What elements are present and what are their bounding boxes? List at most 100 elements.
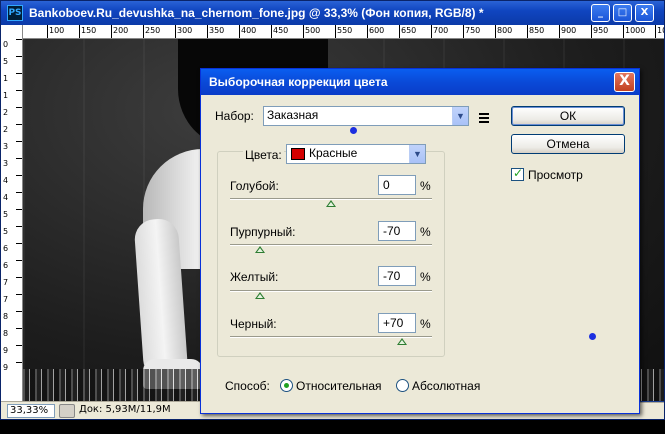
photoshop-icon: PS <box>7 5 23 21</box>
selective-color-dialog: Выборочная коррекция цвета X Набор: Зака… <box>200 68 640 414</box>
dialog-title: Выборочная коррекция цвета <box>209 75 388 89</box>
dialog-titlebar[interactable]: Выборочная коррекция цвета X <box>201 69 639 95</box>
restore-button[interactable]: □ <box>613 4 632 22</box>
ruler-label: 700 <box>433 26 449 35</box>
vertical-ruler[interactable]: 0 5 1 1 2 2 3 3 4 4 5 5 6 6 7 7 8 8 9 9 <box>1 25 23 401</box>
ruler-tick <box>16 39 22 40</box>
ruler-tick <box>143 25 144 38</box>
ruler-tick <box>16 124 22 125</box>
ruler-tick <box>16 192 22 193</box>
ruler-tick <box>16 90 22 91</box>
ruler-label: 8 <box>3 312 9 321</box>
colors-value: Красные <box>309 146 358 160</box>
status-menu-icon[interactable] <box>59 404 75 418</box>
ruler-tick <box>16 73 22 74</box>
ruler-label: 400 <box>241 26 257 35</box>
ruler-tick <box>16 277 22 278</box>
preview-checkbox[interactable] <box>511 166 524 181</box>
ruler-tick <box>335 25 336 38</box>
ruler-label: 200 <box>113 26 129 35</box>
close-button[interactable]: X <box>635 4 654 22</box>
minimize-button[interactable]: _ <box>591 4 610 22</box>
colors-select[interactable]: Красные ▼ <box>286 144 426 164</box>
ruler-tick <box>399 25 400 38</box>
absolute-radio[interactable] <box>396 379 409 392</box>
ruler-tick <box>239 25 240 38</box>
percent-sign: % <box>420 317 431 331</box>
ruler-tick <box>16 175 22 176</box>
relative-label: Относительная <box>296 379 382 393</box>
ruler-label: 7 <box>3 278 9 287</box>
slider-thumb[interactable] <box>326 200 336 207</box>
document-titlebar[interactable]: PS Bankoboev.Ru_devushka_na_chernom_fone… <box>1 1 664 25</box>
ruler-tick <box>16 243 22 244</box>
slider-label: Желтый: <box>230 270 279 284</box>
ruler-tick <box>623 25 624 38</box>
ruler-tick <box>463 25 464 38</box>
preset-options-icon[interactable] <box>479 113 493 123</box>
ruler-tick <box>16 107 22 108</box>
preset-label: Набор: <box>215 109 254 123</box>
status-bar: 33,33% Док: 5,93M/11,9M <box>1 401 201 419</box>
ruler-tick <box>271 25 272 38</box>
slider-thumb[interactable] <box>396 338 407 345</box>
ruler-label: 4 <box>3 176 9 185</box>
ruler-tick <box>527 25 528 38</box>
cyan-value-input[interactable]: 0 <box>378 175 416 195</box>
color-adjust-group: Цвета: Красные ▼ Голубой: 0 % Пурпурный:… <box>217 144 445 357</box>
ruler-label: 5 <box>3 57 9 66</box>
ruler-label: 2 <box>3 125 9 134</box>
dialog-close-button[interactable]: X <box>614 72 635 92</box>
ruler-label: 150 <box>81 26 97 35</box>
ruler-label: 1050 <box>657 26 664 35</box>
ruler-label: 9 <box>3 346 9 355</box>
ruler-tick <box>16 328 22 329</box>
preview-label: Просмотр <box>528 168 583 182</box>
horizontal-ruler[interactable]: 0100150200250300350400450500550600650700… <box>9 25 664 39</box>
ruler-label: 2 <box>3 108 9 117</box>
ruler-label: 5 <box>3 227 9 236</box>
cancel-button[interactable]: Отмена <box>511 134 625 154</box>
ok-button[interactable]: ОК <box>511 106 625 126</box>
ruler-tick <box>559 25 560 38</box>
chevron-down-icon: ▼ <box>409 145 425 163</box>
yellow-value-input[interactable]: -70 <box>378 266 416 286</box>
ruler-tick <box>431 25 432 38</box>
ruler-label: 1 <box>3 74 9 83</box>
ruler-tick <box>16 158 22 159</box>
relative-radio[interactable] <box>280 379 293 392</box>
slider-label: Черный: <box>230 317 277 331</box>
ruler-label: 500 <box>305 26 321 35</box>
ruler-label: 5 <box>3 210 9 219</box>
slider-thumb[interactable] <box>255 246 266 253</box>
ruler-tick <box>16 56 22 57</box>
blue-dot <box>589 333 596 340</box>
ruler-tick <box>207 25 208 38</box>
ruler-label: 4 <box>3 193 9 202</box>
ruler-tick <box>16 362 22 363</box>
magenta-value-input[interactable]: -70 <box>378 221 416 241</box>
color-swatch <box>291 148 305 160</box>
ruler-tick <box>16 294 22 295</box>
ruler-label: 250 <box>145 26 161 35</box>
slider-thumb[interactable] <box>255 292 266 299</box>
ruler-label: 800 <box>497 26 513 35</box>
percent-sign: % <box>420 179 431 193</box>
ruler-tick <box>16 226 22 227</box>
blue-dot <box>350 127 357 134</box>
ruler-tick <box>655 25 656 38</box>
ruler-label: 100 <box>49 26 65 35</box>
ruler-tick <box>16 345 22 346</box>
ruler-tick <box>16 260 22 261</box>
ruler-tick <box>303 25 304 38</box>
slider-label: Пурпурный: <box>230 225 296 239</box>
ruler-tick <box>79 25 80 38</box>
ruler-tick <box>591 25 592 38</box>
preset-value: Заказная <box>267 108 319 122</box>
preset-select[interactable]: Заказная ▼ <box>263 106 469 126</box>
zoom-field[interactable]: 33,33% <box>7 404 55 418</box>
ruler-label: 650 <box>401 26 417 35</box>
ruler-label: 550 <box>337 26 353 35</box>
ruler-label: 6 <box>3 244 9 253</box>
black-value-input[interactable]: +70 <box>378 313 416 333</box>
